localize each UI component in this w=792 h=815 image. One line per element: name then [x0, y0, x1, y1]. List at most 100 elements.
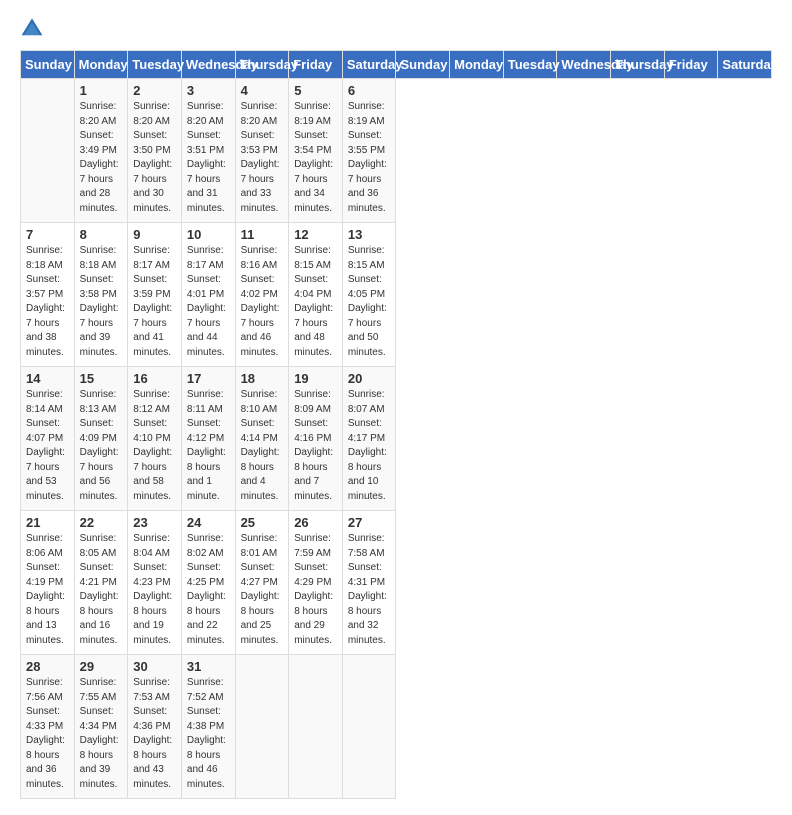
header-thursday: Thursday — [235, 51, 289, 79]
header-tuesday: Tuesday — [128, 51, 182, 79]
day-number: 15 — [80, 371, 123, 386]
day-number: 21 — [26, 515, 69, 530]
calendar-week-1: 1 Sunrise: 8:20 AMSunset: 3:49 PMDaylight… — [21, 79, 772, 223]
calendar-day: 31 Sunrise: 7:52 AMSunset: 4:38 PMDayligh… — [181, 655, 235, 799]
day-number: 20 — [348, 371, 391, 386]
calendar-day: 1 Sunrise: 8:20 AMSunset: 3:49 PMDaylight… — [74, 79, 128, 223]
calendar-week-5: 28 Sunrise: 7:56 AMSunset: 4:33 PMDayligh… — [21, 655, 772, 799]
header-sunday: Sunday — [21, 51, 75, 79]
day-number: 28 — [26, 659, 69, 674]
calendar-day: 19 Sunrise: 8:09 AMSunset: 4:16 PMDayligh… — [289, 367, 343, 511]
day-info: Sunrise: 7:55 AMSunset: 4:34 PMDaylight:… — [80, 676, 123, 792]
calendar-day: 15Sunrise: 8:13 AMSunset: 4:09 PMDayligh… — [74, 367, 128, 511]
day-number: 13 — [348, 227, 391, 242]
day-info: Sunrise: 8:07 AMSunset: 4:17 PMDaylight:… — [348, 388, 391, 504]
calendar-day: 25Sunrise: 8:01 AMSunset: 4:27 PMDayligh… — [235, 511, 289, 655]
calendar-day: 7 Sunrise: 8:18 AMSunset: 3:57 PMDaylight… — [21, 223, 75, 367]
day-info: Sunrise: 8:19 AMSunset: 3:54 PMDaylight:… — [294, 100, 337, 216]
day-number: 23 — [133, 515, 176, 530]
calendar-week-2: 7 Sunrise: 8:18 AMSunset: 3:57 PMDaylight… — [21, 223, 772, 367]
header-monday: Monday — [74, 51, 128, 79]
calendar-week-3: 14 Sunrise: 8:14 AMSunset: 4:07 PMDayligh… — [21, 367, 772, 511]
header-wednesday: Wednesday — [181, 51, 235, 79]
day-number: 26 — [294, 515, 337, 530]
day-number: 14 — [26, 371, 69, 386]
day-number: 7 — [26, 227, 69, 242]
logo-icon — [20, 16, 44, 40]
col-header-friday: Friday — [664, 51, 718, 79]
calendar-day — [342, 655, 396, 799]
day-info: Sunrise: 8:19 AMSunset: 3:55 PMDaylight:… — [348, 100, 391, 216]
calendar-day: 4Sunrise: 8:20 AMSunset: 3:53 PMDaylight… — [235, 79, 289, 223]
header-saturday: Saturday — [342, 51, 396, 79]
day-number: 19 — [294, 371, 337, 386]
calendar-day: 5 Sunrise: 8:19 AMSunset: 3:54 PMDaylight… — [289, 79, 343, 223]
calendar-day: 23Sunrise: 8:04 AMSunset: 4:23 PMDayligh… — [128, 511, 182, 655]
calendar-day: 10Sunrise: 8:17 AMSunset: 4:01 PMDayligh… — [181, 223, 235, 367]
day-info: Sunrise: 8:01 AMSunset: 4:27 PMDaylight:… — [241, 532, 284, 648]
calendar-header-row: SundayMondayTuesdayWednesdayThursdayFrid… — [21, 51, 772, 79]
day-number: 30 — [133, 659, 176, 674]
day-info: Sunrise: 8:09 AMSunset: 4:16 PMDaylight:… — [294, 388, 337, 504]
day-number: 5 — [294, 83, 337, 98]
day-number: 6 — [348, 83, 391, 98]
calendar-day: 2Sunrise: 8:20 AMSunset: 3:50 PMDaylight… — [128, 79, 182, 223]
day-info: Sunrise: 7:53 AMSunset: 4:36 PMDaylight:… — [133, 676, 176, 792]
col-header-monday: Monday — [450, 51, 504, 79]
calendar-week-4: 21 Sunrise: 8:06 AMSunset: 4:19 PMDayligh… — [21, 511, 772, 655]
day-info: Sunrise: 8:10 AMSunset: 4:14 PMDaylight:… — [241, 388, 284, 504]
day-info: Sunrise: 8:18 AMSunset: 3:58 PMDaylight:… — [80, 244, 123, 360]
day-number: 3 — [187, 83, 230, 98]
calendar-day: 21 Sunrise: 8:06 AMSunset: 4:19 PMDayligh… — [21, 511, 75, 655]
day-info: Sunrise: 8:11 AMSunset: 4:12 PMDaylight:… — [187, 388, 230, 504]
day-info: Sunrise: 8:06 AMSunset: 4:19 PMDaylight:… — [26, 532, 69, 648]
day-info: Sunrise: 7:52 AMSunset: 4:38 PMDaylight:… — [187, 676, 230, 792]
calendar-day: 16Sunrise: 8:12 AMSunset: 4:10 PMDayligh… — [128, 367, 182, 511]
calendar-day: 18 Sunrise: 8:10 AMSunset: 4:14 PMDayligh… — [235, 367, 289, 511]
day-number: 17 — [187, 371, 230, 386]
calendar-day: 6 Sunrise: 8:19 AMSunset: 3:55 PMDaylight… — [342, 79, 396, 223]
day-info: Sunrise: 8:15 AMSunset: 4:05 PMDaylight:… — [348, 244, 391, 360]
calendar-day: 29Sunrise: 7:55 AMSunset: 4:34 PMDayligh… — [74, 655, 128, 799]
day-info: Sunrise: 8:14 AMSunset: 4:07 PMDaylight:… — [26, 388, 69, 504]
calendar-day: 28 Sunrise: 7:56 AMSunset: 4:33 PMDayligh… — [21, 655, 75, 799]
day-info: Sunrise: 8:20 AMSunset: 3:51 PMDaylight:… — [187, 100, 230, 216]
header-friday: Friday — [289, 51, 343, 79]
col-header-wednesday: Wednesday — [557, 51, 611, 79]
calendar-day: 22 Sunrise: 8:05 AMSunset: 4:21 PMDayligh… — [74, 511, 128, 655]
day-number: 18 — [241, 371, 284, 386]
day-number: 31 — [187, 659, 230, 674]
calendar-day: 14 Sunrise: 8:14 AMSunset: 4:07 PMDayligh… — [21, 367, 75, 511]
day-number: 27 — [348, 515, 391, 530]
day-number: 22 — [80, 515, 123, 530]
calendar-day: 11Sunrise: 8:16 AMSunset: 4:02 PMDayligh… — [235, 223, 289, 367]
day-number: 1 — [80, 83, 123, 98]
calendar-day — [289, 655, 343, 799]
calendar-day: 26Sunrise: 7:59 AMSunset: 4:29 PMDayligh… — [289, 511, 343, 655]
day-number: 12 — [294, 227, 337, 242]
day-info: Sunrise: 8:05 AMSunset: 4:21 PMDaylight:… — [80, 532, 123, 648]
page-header — [20, 16, 772, 40]
day-info: Sunrise: 7:58 AMSunset: 4:31 PMDaylight:… — [348, 532, 391, 648]
calendar-day: 13 Sunrise: 8:15 AMSunset: 4:05 PMDayligh… — [342, 223, 396, 367]
day-info: Sunrise: 8:20 AMSunset: 3:49 PMDaylight:… — [80, 100, 123, 216]
day-info: Sunrise: 8:17 AMSunset: 3:59 PMDaylight:… — [133, 244, 176, 360]
calendar-day: 8 Sunrise: 8:18 AMSunset: 3:58 PMDaylight… — [74, 223, 128, 367]
calendar-table: SundayMondayTuesdayWednesdayThursdayFrid… — [20, 50, 772, 799]
day-info: Sunrise: 8:20 AMSunset: 3:50 PMDaylight:… — [133, 100, 176, 216]
calendar-day: 17 Sunrise: 8:11 AMSunset: 4:12 PMDayligh… — [181, 367, 235, 511]
calendar-day — [235, 655, 289, 799]
day-number: 11 — [241, 227, 284, 242]
calendar-day: 20 Sunrise: 8:07 AMSunset: 4:17 PMDayligh… — [342, 367, 396, 511]
calendar-day: 9Sunrise: 8:17 AMSunset: 3:59 PMDaylight… — [128, 223, 182, 367]
day-number: 4 — [241, 83, 284, 98]
col-header-saturday: Saturday — [718, 51, 772, 79]
col-header-thursday: Thursday — [611, 51, 665, 79]
day-info: Sunrise: 7:56 AMSunset: 4:33 PMDaylight:… — [26, 676, 69, 792]
day-number: 8 — [80, 227, 123, 242]
calendar-day: 24Sunrise: 8:02 AMSunset: 4:25 PMDayligh… — [181, 511, 235, 655]
day-info: Sunrise: 8:18 AMSunset: 3:57 PMDaylight:… — [26, 244, 69, 360]
calendar-day: 30 Sunrise: 7:53 AMSunset: 4:36 PMDayligh… — [128, 655, 182, 799]
col-header-sunday: Sunday — [396, 51, 450, 79]
col-header-tuesday: Tuesday — [503, 51, 557, 79]
